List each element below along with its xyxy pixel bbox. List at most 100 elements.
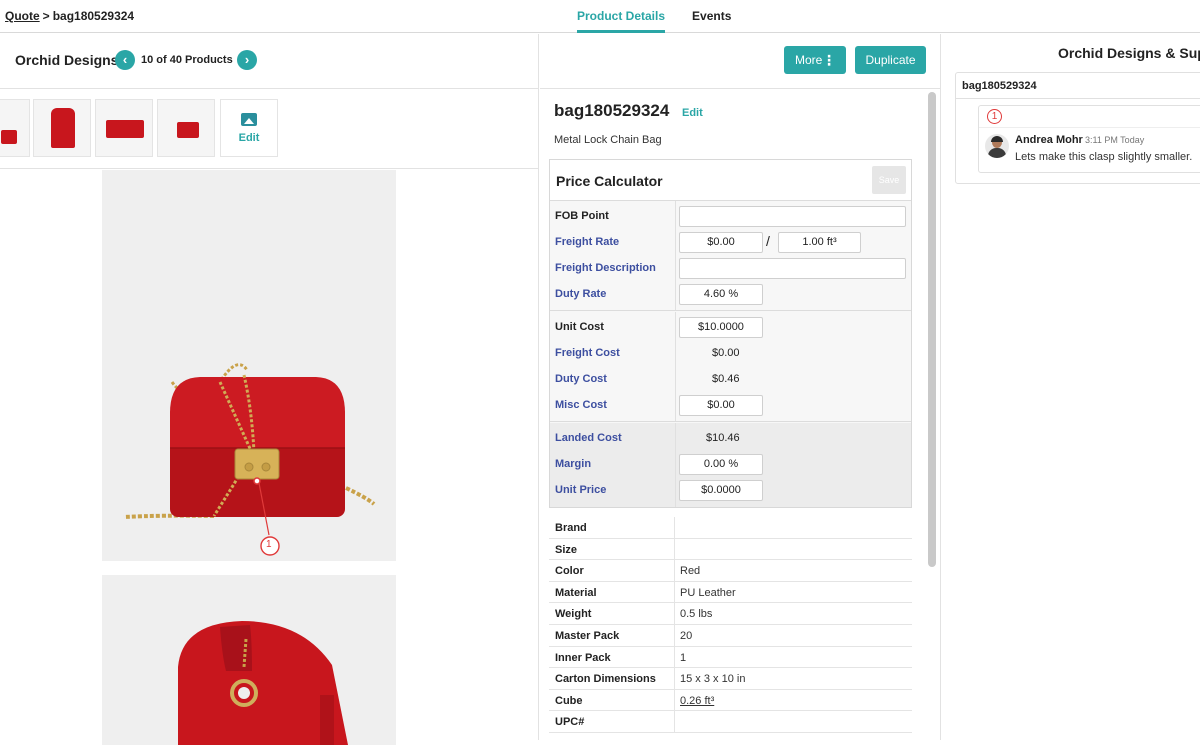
attribute-label: Weight (555, 608, 592, 621)
duty-cost-label: Duty Cost (555, 373, 607, 385)
freight-description-label: Freight Description (555, 262, 656, 274)
table-row: Master Pack 20 (549, 625, 912, 647)
pricing-section: Landed Cost $10.46 Margin 0.00 % Unit Pr… (550, 423, 911, 507)
comment-timestamp: 3:11 PM Today (1085, 135, 1145, 145)
red-bag-side-image (178, 621, 348, 745)
attribute-value[interactable]: Red (680, 565, 700, 577)
divider (540, 88, 940, 89)
thumbnail-3[interactable] (95, 99, 153, 157)
cost-section: Unit Cost $10.0000 Freight Cost $0.00 Du… (550, 312, 911, 422)
misc-cost-label: Misc Cost (555, 399, 607, 411)
margin-row: Margin 0.00 % (550, 451, 911, 477)
thread-sku: bag180529324 (962, 80, 1037, 92)
next-product-button[interactable]: › (237, 50, 257, 70)
save-button[interactable]: Save (872, 166, 906, 194)
vertical-dots-icon: ⋮ (822, 52, 836, 68)
comment-author: Andrea Mohr (1015, 134, 1083, 146)
product-description: Metal Lock Chain Bag (554, 134, 662, 146)
edit-images-label: Edit (238, 132, 260, 144)
freight-cost-label: Freight Cost (555, 347, 620, 359)
unit-cost-row: Unit Cost $10.0000 (550, 314, 911, 340)
attribute-label: Material (555, 586, 597, 599)
margin-label: Margin (555, 458, 592, 470)
fob-point-input[interactable] (679, 206, 906, 227)
annotation-marker-1[interactable]: 1 (266, 539, 272, 550)
chevron-left-icon: ‹ (122, 52, 128, 67)
landed-cost-label: Landed Cost (555, 432, 622, 444)
main-product-photo[interactable]: 1 (102, 170, 396, 561)
table-row: UPC# (549, 711, 912, 733)
tab-events[interactable]: Events (692, 0, 731, 33)
comments-panel: Orchid Designs & Suppl bag180529324 1 An… (940, 34, 1200, 740)
table-row: Brand (549, 517, 912, 539)
freight-description-input[interactable] (679, 258, 906, 279)
misc-cost-row: Misc Cost $0.00 (550, 392, 911, 418)
breadcrumb-separator-icon: > (42, 9, 50, 23)
table-row: Color Red (549, 560, 912, 582)
fob-point-row: FOB Point (550, 203, 911, 229)
product-images-panel: Orchid Designs ‹ 10 of 40 Products › Edi… (0, 34, 539, 745)
edit-images-button[interactable]: Edit (220, 99, 278, 157)
breadcrumb: Quote > bag180529324 (5, 9, 134, 23)
tab-product-details[interactable]: Product Details (577, 0, 666, 33)
duplicate-button[interactable]: Duplicate (855, 46, 926, 74)
secondary-product-photo[interactable] (102, 575, 396, 745)
product-sku-title: bag180529324 (554, 101, 670, 120)
attribute-value[interactable]: PU Leather (680, 587, 736, 599)
annotation-marker-icon[interactable]: 1 (987, 109, 1002, 124)
freight-rate-unit-input[interactable]: 1.00 ft³ (778, 232, 861, 253)
thumbnail-2[interactable] (33, 99, 91, 157)
duty-rate-label: Duty Rate (555, 288, 607, 300)
product-counter: 10 of 40 Products (141, 54, 233, 66)
more-button[interactable]: More ⋮ (784, 46, 846, 74)
attribute-label: Master Pack (555, 629, 620, 642)
breadcrumb-quote-link[interactable]: Quote (5, 9, 40, 23)
attribute-value[interactable]: 15 x 3 x 10 in (680, 673, 745, 685)
comment-thread: bag180529324 1 Andrea Mohr 3:11 PM Today… (955, 72, 1200, 184)
red-bag-front-image (123, 363, 376, 556)
scrollbar[interactable] (928, 92, 936, 567)
table-row: Size (549, 539, 912, 561)
attribute-label: UPC# (555, 716, 585, 729)
attribute-value[interactable]: 20 (680, 630, 692, 642)
comment-card[interactable]: 1 Andrea Mohr 3:11 PM Today Lets make th… (978, 105, 1200, 173)
product-attributes-table: Brand Size Color Red Material PU Leather W… (549, 517, 912, 733)
misc-cost-input[interactable]: $0.00 (679, 395, 763, 416)
table-row: Cube 0.26 ft³ (549, 690, 912, 712)
avatar (985, 134, 1009, 158)
price-calculator-header: Price Calculator Save (550, 160, 911, 201)
thumbnail-1[interactable] (0, 99, 30, 157)
freight-rate-separator: / (766, 233, 770, 249)
thumbnail-4[interactable] (157, 99, 215, 157)
top-bar: Quote > bag180529324 Product Details Event… (0, 0, 1200, 33)
chevron-right-icon: › (244, 52, 250, 67)
attribute-label: Color (555, 565, 584, 578)
image-icon (241, 113, 257, 126)
edit-product-title-link[interactable]: Edit (682, 107, 703, 119)
duty-cost-row: Duty Cost $0.46 (550, 366, 911, 392)
margin-input[interactable]: 0.00 % (679, 454, 763, 475)
price-calculator-title: Price Calculator (556, 173, 663, 189)
freight-cost-row: Freight Cost $0.00 (550, 340, 911, 366)
fob-point-label: FOB Point (555, 210, 609, 222)
unit-cost-input[interactable]: $10.0000 (679, 317, 763, 338)
freight-rate-label: Freight Rate (555, 236, 620, 248)
divider (979, 127, 1200, 128)
attribute-value[interactable]: 1 (680, 652, 686, 664)
unit-price-input[interactable]: $0.0000 (679, 480, 763, 501)
freight-description-row: Freight Description (550, 255, 911, 281)
landed-cost-row: Landed Cost $10.46 (550, 425, 911, 451)
duty-rate-input[interactable]: 4.60 % (679, 284, 763, 305)
table-row: Carton Dimensions 15 x 3 x 10 in (549, 668, 912, 690)
price-calculator: Price Calculator Save FOB Point Freight … (549, 159, 912, 508)
cube-link[interactable]: 0.26 ft³ (680, 695, 714, 707)
tab-bar: Product Details Events (577, 0, 758, 33)
attribute-label: Cube (555, 694, 583, 707)
previous-product-button[interactable]: ‹ (115, 50, 135, 70)
attribute-label: Inner Pack (555, 651, 611, 664)
table-row: Inner Pack 1 (549, 647, 912, 669)
attribute-value[interactable]: 0.5 lbs (680, 608, 712, 620)
freight-rate-input[interactable]: $0.00 (679, 232, 763, 253)
divider (956, 98, 1200, 99)
unit-cost-label: Unit Cost (555, 321, 604, 333)
